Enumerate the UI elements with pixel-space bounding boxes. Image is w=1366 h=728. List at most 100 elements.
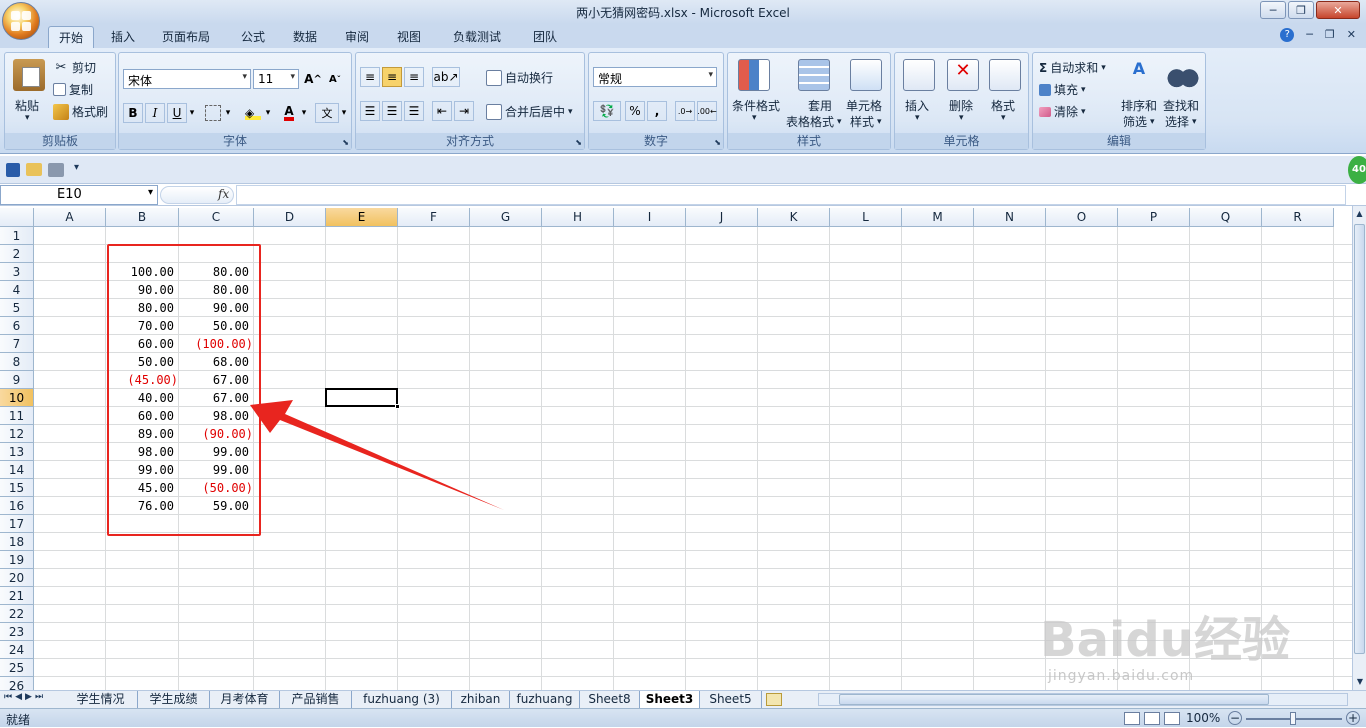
align-bottom-icon[interactable]: ≡ [404, 67, 424, 87]
font-color-icon[interactable]: A [279, 103, 299, 123]
column-header-D[interactable]: D [254, 208, 326, 227]
row-header-26[interactable]: 26 [0, 677, 34, 690]
row-header-1[interactable]: 1 [0, 227, 34, 245]
align-top-icon[interactable]: ≡ [360, 67, 380, 87]
page-layout-view-icon[interactable] [1144, 712, 1160, 725]
zoom-out-icon[interactable]: − [1228, 711, 1242, 725]
row-header-9[interactable]: 9 [0, 371, 34, 389]
increase-indent-icon[interactable]: ⇥ [454, 101, 474, 121]
clear-button[interactable]: 清除 ▾ [1039, 103, 1086, 120]
sheet-tab-3[interactable]: 产品销售 [280, 691, 352, 708]
restore-icon[interactable]: ❐ [1325, 28, 1335, 42]
column-header-F[interactable]: F [398, 208, 470, 227]
sheet-tab-2[interactable]: 月考体育 [210, 691, 280, 708]
h-scroll-thumb[interactable] [839, 694, 1269, 705]
tab-8[interactable]: 团队 [522, 26, 568, 48]
row-header-22[interactable]: 22 [0, 605, 34, 623]
fill-handle[interactable] [395, 404, 400, 409]
column-header-I[interactable]: I [614, 208, 686, 227]
decrease-decimal-icon[interactable]: .00← [697, 101, 717, 121]
sheet-tab-8[interactable]: Sheet3 [640, 691, 700, 708]
page-break-view-icon[interactable] [1164, 712, 1180, 725]
sheet-tab-1[interactable]: 学生成绩 [138, 691, 210, 708]
sheet-tab-4[interactable]: fuzhuang (3) [352, 691, 452, 708]
zoom-level[interactable]: 100% [1186, 711, 1220, 725]
column-header-P[interactable]: P [1118, 208, 1190, 227]
row-header-2[interactable]: 2 [0, 245, 34, 263]
select-all-corner[interactable] [0, 208, 34, 227]
borders-icon[interactable] [205, 105, 221, 121]
office-button[interactable] [2, 2, 40, 40]
cell-styles-button[interactable]: 单元格 [846, 97, 882, 114]
format-painter-button[interactable]: 格式刷 [53, 103, 108, 120]
decrease-indent-icon[interactable]: ⇤ [432, 101, 452, 121]
insert-function-icon[interactable]: fx [218, 187, 229, 201]
row-header-16[interactable]: 16 [0, 497, 34, 515]
column-header-Q[interactable]: Q [1190, 208, 1262, 227]
align-right-icon[interactable]: ☰ [404, 101, 424, 121]
tab-5[interactable]: 审阅 [334, 26, 380, 48]
column-header-E[interactable]: E [326, 208, 398, 227]
horizontal-scrollbar[interactable] [818, 693, 1348, 706]
row-header-19[interactable]: 19 [0, 551, 34, 569]
row-header-7[interactable]: 7 [0, 335, 34, 353]
comma-button[interactable]: , [647, 101, 667, 121]
tab-2[interactable]: 页面布局 [150, 26, 222, 48]
column-header-O[interactable]: O [1046, 208, 1118, 227]
row-header-6[interactable]: 6 [0, 317, 34, 335]
merge-center-button[interactable]: 合并后居中 ▾ [486, 103, 573, 120]
orientation-icon[interactable]: ab↗ [432, 67, 460, 87]
fill-color-dropdown[interactable]: ▾ [263, 103, 273, 123]
paste-dropdown[interactable]: ▾ [25, 113, 30, 123]
format-cells-dropdown[interactable]: ▾ [1001, 113, 1006, 123]
align-left-icon[interactable]: ☰ [360, 101, 380, 121]
normal-view-icon[interactable] [1124, 712, 1140, 725]
sheet-tab-5[interactable]: zhiban [452, 691, 510, 708]
sheet-tab-7[interactable]: Sheet8 [580, 691, 640, 708]
print-icon[interactable] [48, 163, 64, 177]
row-header-3[interactable]: 3 [0, 263, 34, 281]
shrink-font-button[interactable]: Aˇ [325, 69, 345, 89]
paste-icon[interactable] [13, 59, 45, 91]
scroll-up-icon[interactable]: ▲ [1353, 206, 1366, 222]
font-dialog-launcher-icon[interactable]: ⬊ [342, 138, 349, 147]
minimize-button[interactable]: ─ [1260, 1, 1286, 19]
tab-3[interactable]: 公式 [230, 26, 276, 48]
column-header-M[interactable]: M [902, 208, 974, 227]
format-as-table-button[interactable]: 套用 [800, 97, 840, 114]
increase-decimal-icon[interactable]: .0→ [675, 101, 695, 121]
formula-input[interactable] [236, 185, 1346, 205]
sheet-tab-0[interactable]: 学生情况 [64, 691, 138, 708]
column-header-L[interactable]: L [830, 208, 902, 227]
copy-button[interactable]: 复制 [53, 81, 93, 98]
scroll-thumb[interactable] [1354, 224, 1365, 654]
align-center-icon[interactable]: ☰ [382, 101, 402, 121]
sort-filter-label-2[interactable]: 筛选 ▾ [1123, 113, 1155, 130]
insert-sheet-icon[interactable] [766, 693, 782, 706]
column-header-G[interactable]: G [470, 208, 542, 227]
row-header-21[interactable]: 21 [0, 587, 34, 605]
accounting-format-icon[interactable]: 💱 [593, 101, 621, 121]
row-header-23[interactable]: 23 [0, 623, 34, 641]
row-header-10[interactable]: 10 [0, 389, 34, 407]
zoom-in-icon[interactable]: + [1346, 711, 1360, 725]
phonetic-dropdown[interactable]: ▾ [339, 103, 349, 123]
sheet-tab-6[interactable]: fuzhuang [510, 691, 580, 708]
row-header-8[interactable]: 8 [0, 353, 34, 371]
open-icon[interactable] [26, 163, 42, 176]
save-icon[interactable] [6, 163, 20, 177]
number-dialog-launcher-icon[interactable]: ⬊ [714, 138, 721, 147]
fill-color-icon[interactable]: ◈ [243, 103, 263, 123]
row-header-24[interactable]: 24 [0, 641, 34, 659]
row-header-20[interactable]: 20 [0, 569, 34, 587]
active-cell-selection[interactable] [325, 388, 400, 409]
column-header-K[interactable]: K [758, 208, 830, 227]
row-header-5[interactable]: 5 [0, 299, 34, 317]
scroll-down-icon[interactable]: ▼ [1353, 674, 1366, 690]
tab-7[interactable]: 负载测试 [440, 26, 514, 48]
row-header-12[interactable]: 12 [0, 425, 34, 443]
percent-button[interactable]: % [625, 101, 645, 121]
row-header-25[interactable]: 25 [0, 659, 34, 677]
minimize-icon[interactable]: ─ [1306, 28, 1313, 42]
borders-dropdown[interactable]: ▾ [223, 103, 233, 123]
